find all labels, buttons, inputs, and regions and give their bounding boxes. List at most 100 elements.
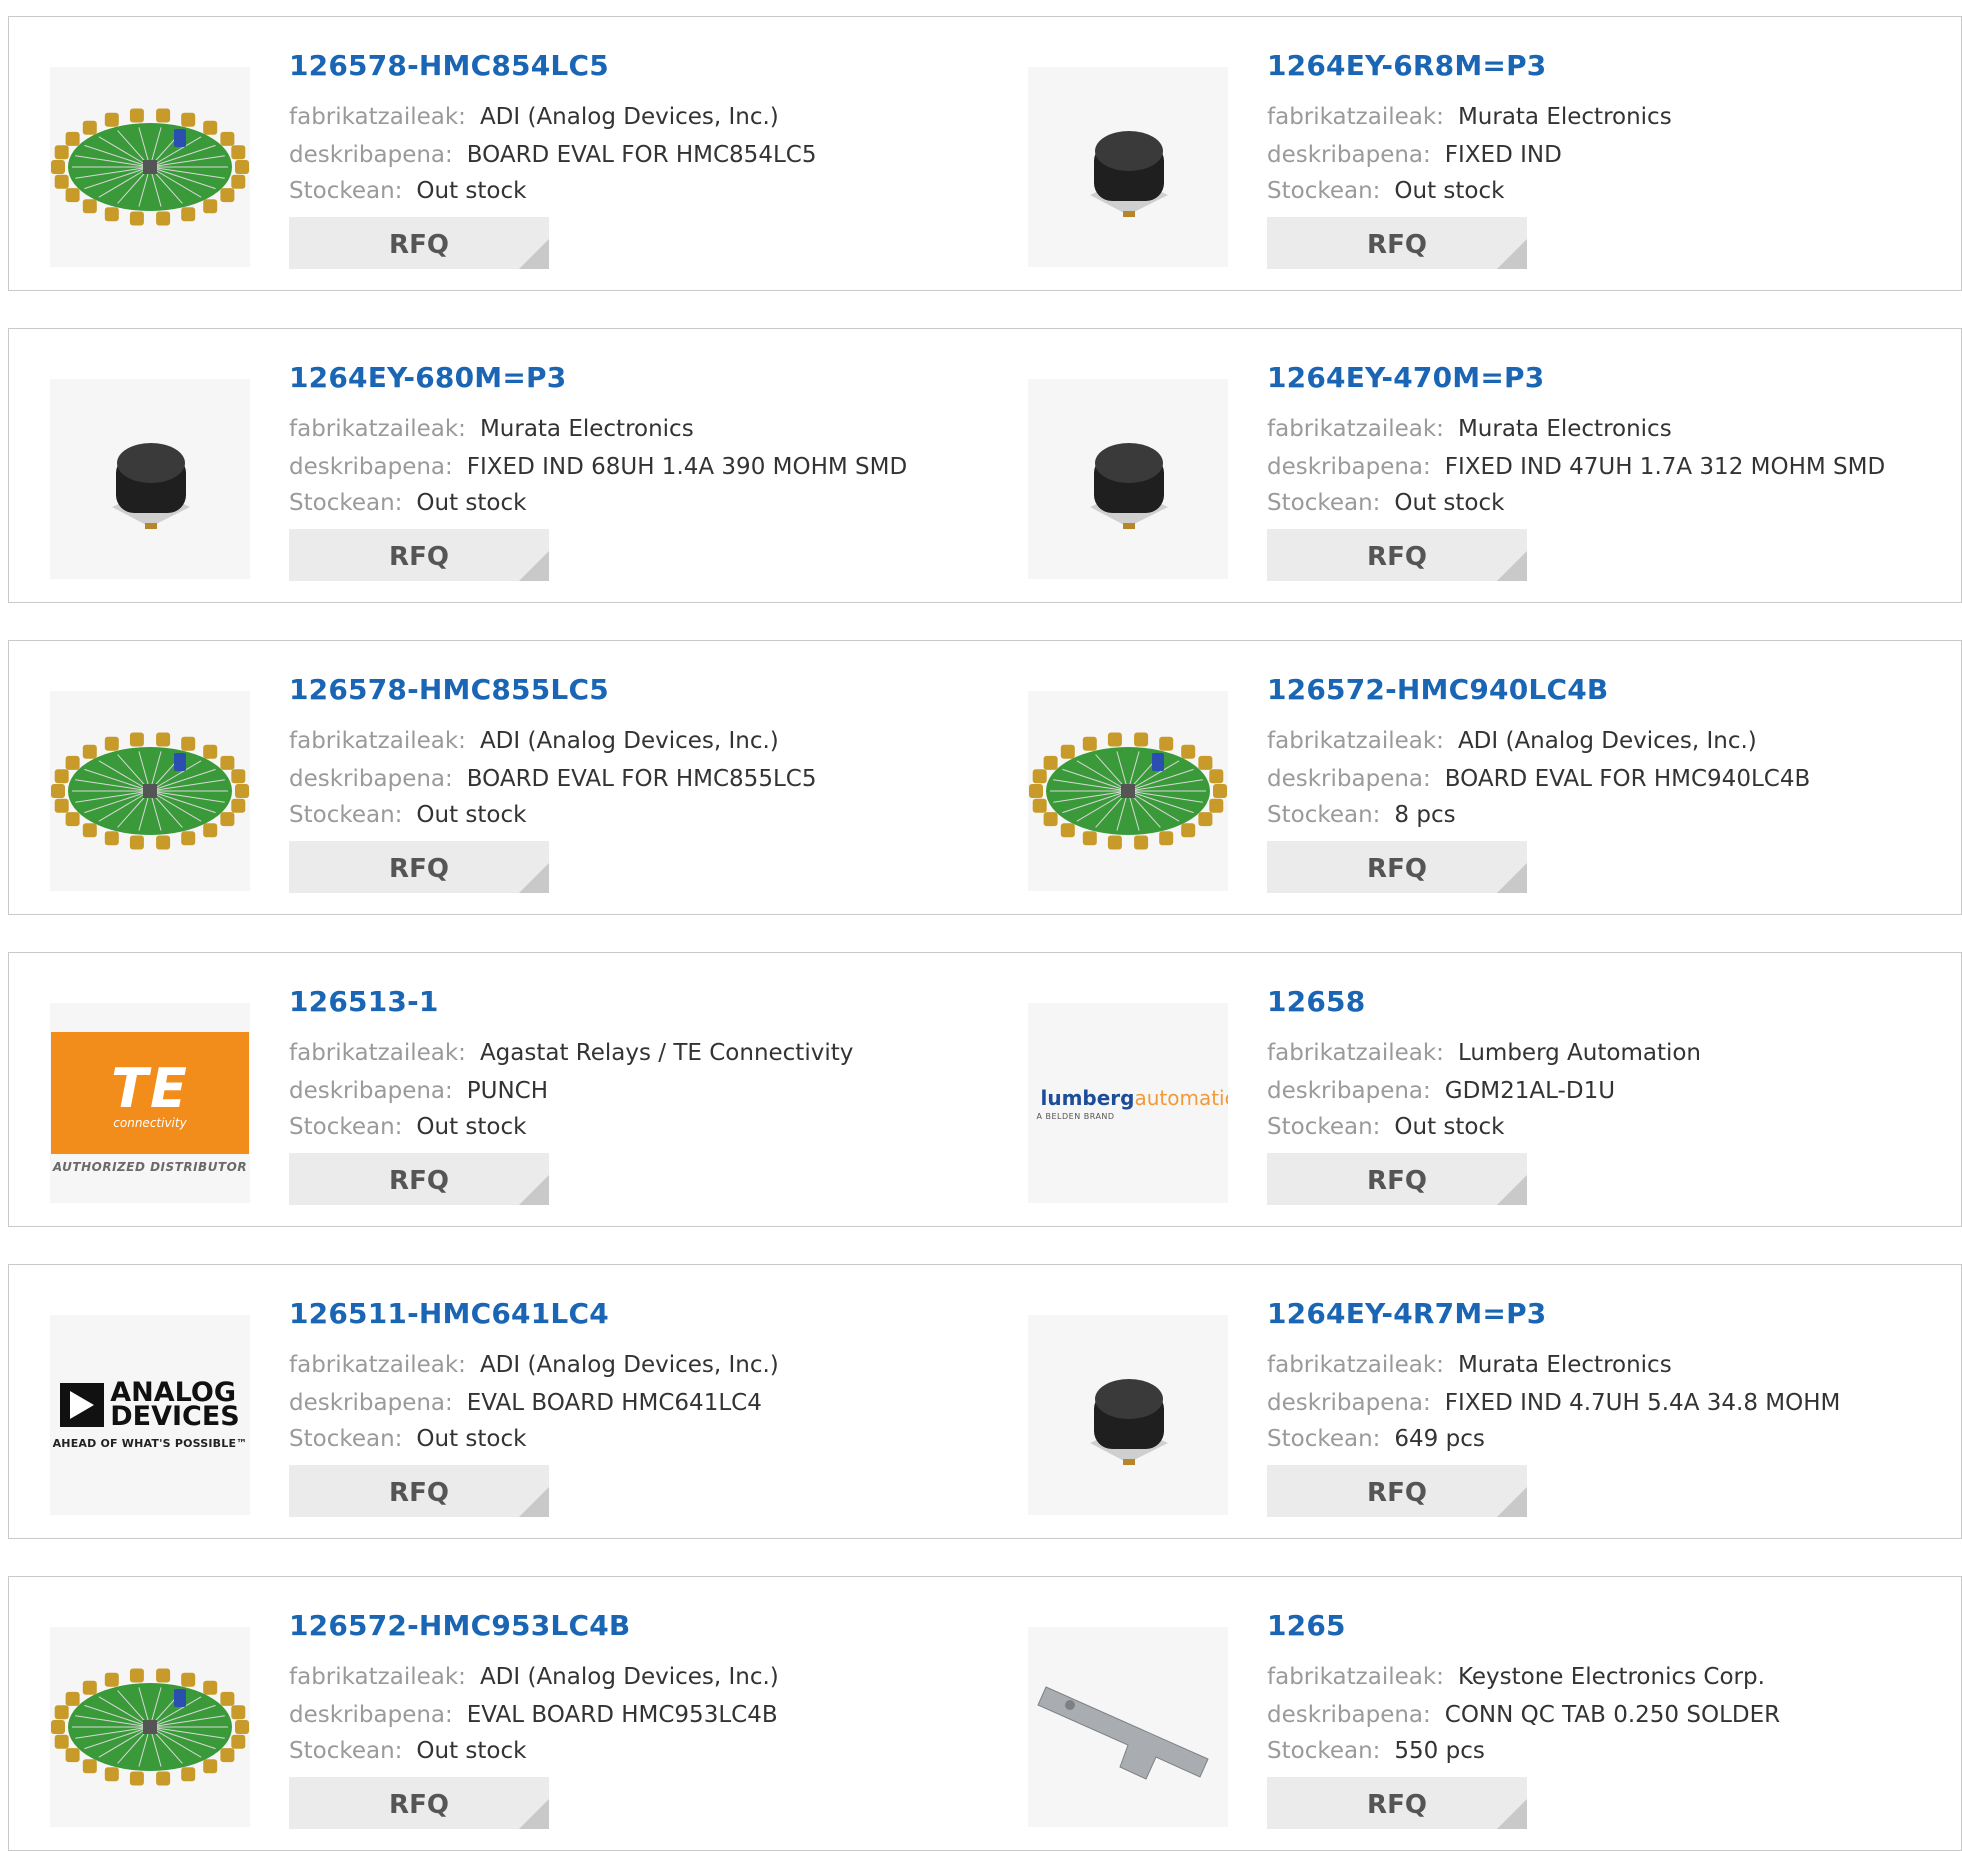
product-thumbnail[interactable] [1028,691,1228,891]
product-card: TE connectivity AUTHORIZED DISTRIBUTOR 1265… [8,952,995,1227]
stock-value: Out stock [416,802,527,828]
rfq-button[interactable]: RFQ [1267,529,1527,581]
product-part-number-link[interactable]: 1264EY-6R8M=P3 [1267,49,1547,82]
product-grid: 126578-HMC854LC5 fabrikatzaileak: ADI (Ana… [0,0,1962,1851]
stock-label: Stockean: [1267,1114,1381,1140]
stock-row: Stockean: 649 pcs [1267,1425,1485,1453]
stock-label: Stockean: [289,1738,403,1764]
description-value: FIXED IND [1444,142,1562,168]
description-value: FIXED IND 4.7UH 5.4A 34.8 MOHM [1444,1390,1841,1416]
stock-value: 550 pcs [1394,1738,1485,1764]
product-card: 1264EY-680M=P3 fabrikatzaileak: Murata Ele… [8,328,995,603]
description-label: deskribapena: [1267,1390,1431,1416]
te-connectivity-logo: TE connectivity AUTHORIZED DISTRIBUTOR [51,1032,249,1174]
rfq-button[interactable]: RFQ [1267,841,1527,893]
rfq-button-label: RFQ [389,1166,449,1196]
description-row: deskribapena: PUNCH [289,1077,548,1105]
manufacturer-row: fabrikatzaileak: Murata Electronics [1267,103,1672,131]
product-thumbnail[interactable] [50,691,250,891]
corner-triangle-icon [1497,1799,1527,1829]
description-label: deskribapena: [289,1078,453,1104]
product-thumbnail[interactable]: TE connectivity AUTHORIZED DISTRIBUTOR [50,1003,250,1203]
product-part-number-link[interactable]: 126572-HMC940LC4B [1267,673,1608,706]
manufacturer-value: Agastat Relays / TE Connectivity [479,1040,854,1066]
description-label: deskribapena: [1267,1078,1431,1104]
description-value: PUNCH [466,1078,549,1104]
manufacturer-label: fabrikatzaileak: [1267,1664,1444,1690]
product-part-number-link[interactable]: 12658 [1267,985,1365,1018]
product-thumbnail[interactable] [1028,1315,1228,1515]
corner-triangle-icon [519,1175,549,1205]
product-thumbnail[interactable] [50,1627,250,1827]
product-part-number-link[interactable]: 126578-HMC854LC5 [289,49,609,82]
description-row: deskribapena: FIXED IND 4.7UH 5.4A 34.8 M… [1267,1389,1840,1417]
rfq-button[interactable]: RFQ [1267,1777,1527,1829]
description-row: deskribapena: FIXED IND 47UH 1.7A 312 MOH… [1267,453,1885,481]
description-value: GDM21AL-D1U [1444,1078,1616,1104]
manufacturer-row: fabrikatzaileak: ADI (Analog Devices, Inc… [289,1351,779,1379]
description-value: EVAL BOARD HMC953LC4B [466,1702,778,1728]
stock-row: Stockean: Out stock [1267,489,1504,517]
stock-label: Stockean: [1267,178,1381,204]
product-card: ANALOG DEVICES AHEAD OF WHAT'S POSSIBLE™ 12… [8,1264,995,1539]
description-row: deskribapena: FIXED IND [1267,141,1562,169]
product-thumbnail[interactable] [1028,67,1228,267]
manufacturer-value: Lumberg Automation [1457,1040,1701,1066]
rfq-button[interactable]: RFQ [289,1777,549,1829]
product-part-number-link[interactable]: 126578-HMC855LC5 [289,673,609,706]
product-thumbnail[interactable]: lalumbergautomationA BELDEN BRAND [1028,1003,1228,1203]
product-thumbnail[interactable] [50,379,250,579]
description-value: FIXED IND 47UH 1.7A 312 MOHM SMD [1444,454,1886,480]
stock-row: Stockean: Out stock [289,1737,526,1765]
manufacturer-label: fabrikatzaileak: [1267,1352,1444,1378]
corner-triangle-icon [519,863,549,893]
description-value: FIXED IND 68UH 1.4A 390 MOHM SMD [466,454,908,480]
product-part-number-link[interactable]: 1264EY-4R7M=P3 [1267,1297,1547,1330]
product-card: 126572-HMC940LC4B fabrikatzaileak: ADI (An… [987,640,1962,915]
stock-label: Stockean: [1267,802,1381,828]
rfq-button-label: RFQ [389,1790,449,1820]
corner-triangle-icon [519,239,549,269]
manufacturer-row: fabrikatzaileak: Murata Electronics [1267,1351,1672,1379]
stock-row: Stockean: Out stock [1267,1113,1504,1141]
product-part-number-link[interactable]: 126513-1 [289,985,439,1018]
inductor-image [112,443,190,529]
stock-value: Out stock [1394,490,1505,516]
product-thumbnail[interactable] [1028,379,1228,579]
manufacturer-value: ADI (Analog Devices, Inc.) [479,1664,779,1690]
product-part-number-link[interactable]: 126572-HMC953LC4B [289,1609,630,1642]
stock-label: Stockean: [1267,1738,1381,1764]
product-part-number-link[interactable]: 1264EY-470M=P3 [1267,361,1544,394]
product-card: 1264EY-6R8M=P3 fabrikatzaileak: Murata Ele… [987,16,1962,291]
description-row: deskribapena: FIXED IND 68UH 1.4A 390 MOH… [289,453,907,481]
manufacturer-value: ADI (Analog Devices, Inc.) [1457,728,1757,754]
manufacturer-row: fabrikatzaileak: Keystone Electronics Cor… [1267,1663,1765,1691]
rfq-button[interactable]: RFQ [289,841,549,893]
description-row: deskribapena: BOARD EVAL FOR HMC940LC4B [1267,765,1810,793]
description-row: deskribapena: EVAL BOARD HMC641LC4 [289,1389,762,1417]
product-thumbnail[interactable] [1028,1627,1228,1827]
product-thumbnail[interactable] [50,67,250,267]
description-value: EVAL BOARD HMC641LC4 [466,1390,762,1416]
rfq-button[interactable]: RFQ [289,529,549,581]
manufacturer-label: fabrikatzaileak: [289,104,466,130]
stock-label: Stockean: [289,1114,403,1140]
product-part-number-link[interactable]: 126511-HMC641LC4 [289,1297,609,1330]
stock-label: Stockean: [1267,1426,1381,1452]
corner-triangle-icon [1497,863,1527,893]
rfq-button[interactable]: RFQ [289,1465,549,1517]
stock-value: Out stock [416,490,527,516]
rfq-button[interactable]: RFQ [1267,1465,1527,1517]
product-part-number-link[interactable]: 1264EY-680M=P3 [289,361,566,394]
manufacturer-value: ADI (Analog Devices, Inc.) [479,728,779,754]
rfq-button[interactable]: RFQ [1267,1153,1527,1205]
rfq-button[interactable]: RFQ [289,217,549,269]
stock-row: Stockean: Out stock [289,1425,526,1453]
description-value: BOARD EVAL FOR HMC854LC5 [466,142,817,168]
product-thumbnail[interactable]: ANALOG DEVICES AHEAD OF WHAT'S POSSIBLE™ [50,1315,250,1515]
rfq-button[interactable]: RFQ [289,1153,549,1205]
product-part-number-link[interactable]: 1265 [1267,1609,1346,1642]
rfq-button-label: RFQ [1367,854,1427,884]
manufacturer-row: fabrikatzaileak: Agastat Relays / TE Conn… [289,1039,853,1067]
rfq-button[interactable]: RFQ [1267,217,1527,269]
